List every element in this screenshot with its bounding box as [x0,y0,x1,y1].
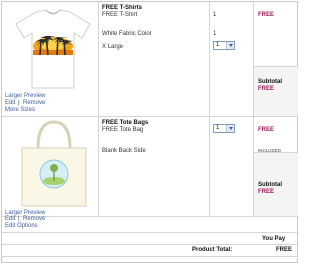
quantity-select-value: 1 [216,125,220,131]
product-name: FREE Tote Bag [102,127,144,133]
row-divider [2,256,298,257]
edit-options-link[interactable]: Edit Options [5,223,38,229]
subtotal-label: Subtotal [258,182,282,188]
price-value: FREE [258,12,275,18]
remove-link[interactable]: Remove [23,100,45,106]
remove-link[interactable]: Remove [23,216,45,222]
subtotal-value: FREE [258,189,275,195]
column-divider [209,2,210,216]
color-quantity: 1 [213,31,217,37]
product-name: FREE T-Shirt [102,12,138,18]
larger-preview-link[interactable]: Larger Preview [5,93,45,99]
row-divider [2,232,298,233]
item-group-title: FREE Tote Bags [102,120,149,126]
edit-link[interactable]: Edit [5,100,15,106]
print-side: Blank Back Side [102,148,146,154]
product-total-value: FREE [276,247,293,253]
subtotal-label: Subtotal [258,79,282,85]
you-pay-label: You Pay [262,236,286,242]
subtotal-value: FREE [258,86,275,92]
tote-bag-icon[interactable] [16,118,92,210]
row-divider [2,216,298,217]
item-group-title: FREE T-Shirts [102,5,143,11]
quantity-select[interactable]: 1 [213,124,235,133]
product-total-label: Product Total: [192,247,233,253]
more-sizes-link[interactable]: More Sizes [5,107,35,113]
row-divider [2,244,298,245]
edit-link[interactable]: Edit [5,216,15,222]
chevron-down-icon[interactable] [226,42,234,49]
link-separator: | [18,100,20,106]
quantity-select[interactable]: 1 [213,41,235,50]
quantity-select-value: 1 [216,42,220,48]
link-separator: | [18,216,20,222]
price-value: FREE [258,127,275,133]
fabric-color: White Fabric Color [102,31,152,37]
size-value: X Large [102,44,124,50]
quantity-value: 1 [213,12,217,18]
chevron-down-icon[interactable] [226,125,234,132]
tshirt-palm-trees-icon[interactable] [10,6,96,92]
row-divider [2,116,298,117]
column-divider [98,2,99,216]
